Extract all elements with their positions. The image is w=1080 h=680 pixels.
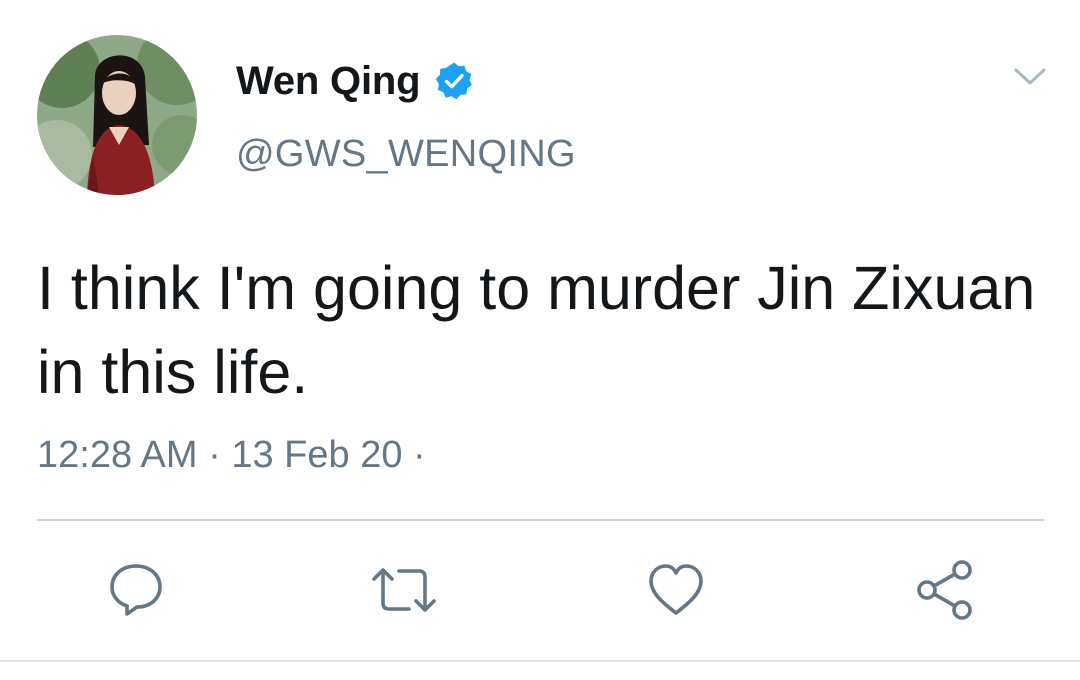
- more-options-chevron-down-icon[interactable]: [1012, 64, 1048, 90]
- tweet-card: Wen Qing @GWS_WENQING I think I'm going …: [0, 0, 1080, 680]
- heart-icon: [649, 564, 703, 615]
- retweet-button[interactable]: [369, 555, 439, 625]
- action-bar: [0, 555, 1080, 625]
- tweet-time[interactable]: 12:28 AM: [37, 434, 198, 476]
- retweet-icon: [372, 568, 436, 612]
- reply-button[interactable]: [101, 555, 171, 625]
- meta-separator-trailing: ·: [413, 434, 426, 476]
- divider: [37, 519, 1044, 521]
- tweet-date[interactable]: 13 Feb 20: [231, 434, 402, 476]
- like-button[interactable]: [641, 555, 711, 625]
- bottom-divider: [0, 660, 1080, 662]
- tweet-text: I think I'm going to murder Jin Zixuan i…: [37, 254, 1036, 406]
- share-button[interactable]: [910, 555, 980, 625]
- share-icon: [917, 560, 972, 620]
- reply-icon: [110, 564, 162, 616]
- verified-badge-icon: [434, 61, 474, 101]
- user-handle[interactable]: @GWS_WENQING: [236, 130, 576, 178]
- meta-separator: ·: [208, 434, 221, 476]
- avatar[interactable]: [37, 35, 197, 195]
- avatar-image: [37, 35, 197, 195]
- display-name[interactable]: Wen Qing: [236, 55, 421, 107]
- tweet-timestamp: 12:28 AM · 13 Feb 20 ·: [37, 430, 426, 480]
- author-name-row: Wen Qing: [236, 55, 474, 107]
